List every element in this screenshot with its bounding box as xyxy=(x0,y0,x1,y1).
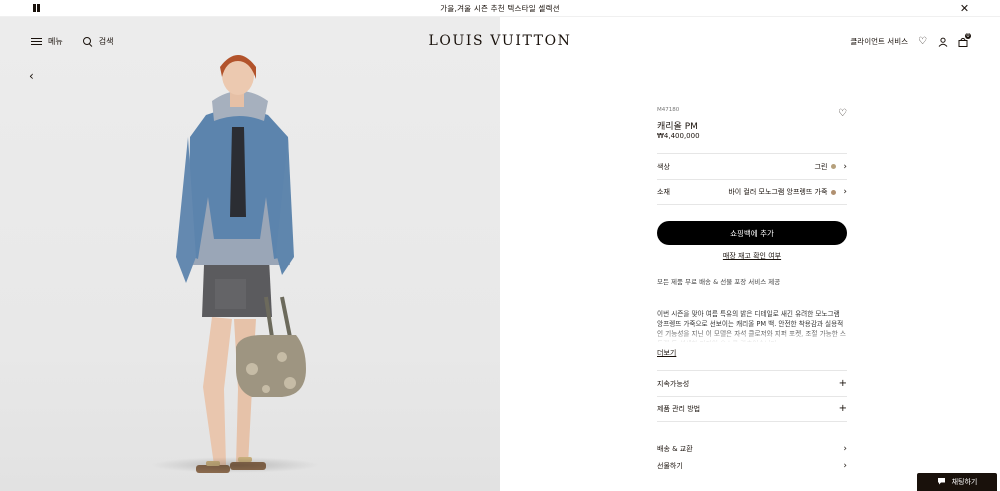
color-label: 색상 xyxy=(657,162,670,171)
accordion-label: 제품 관리 방법 xyxy=(657,405,701,413)
material-label: 소재 xyxy=(657,188,670,196)
announcement-text[interactable]: 가을,겨울 시즌 추천 텍스타일 셀렉션 xyxy=(0,3,1000,14)
chat-label: 채팅하기 xyxy=(951,478,978,486)
plus-icon: + xyxy=(838,403,847,414)
service-perks: 모든 제품 무료 배송 & 선물 포장 서비스 제공 xyxy=(657,278,781,286)
announcement-bar: 가을,겨울 시즌 추천 텍스타일 셀렉션 ✕ xyxy=(0,0,1000,17)
read-more-link[interactable]: 더보기 xyxy=(657,348,676,358)
link-label: 선물하기 xyxy=(657,462,683,470)
add-to-bag-button[interactable]: 쇼핑백에 추가 xyxy=(657,221,847,245)
chevron-right-icon: › xyxy=(843,461,847,471)
account-icon[interactable] xyxy=(937,36,948,47)
product-name: 캐리올 PM xyxy=(657,122,698,132)
shipping-returns-link[interactable]: 배송 & 교환 › xyxy=(657,444,847,454)
product-sku: M47180 xyxy=(657,107,680,113)
client-services-link[interactable]: 클라이언트 서비스 xyxy=(850,36,908,47)
color-selector[interactable]: 색상 그린 › xyxy=(657,153,847,179)
chevron-right-icon: › xyxy=(843,444,847,454)
bag-icon[interactable]: 0 xyxy=(957,33,971,47)
color-value: 그린 xyxy=(814,162,828,171)
chevron-right-icon: › xyxy=(843,187,847,197)
wishlist-heart-icon[interactable]: ♡ xyxy=(838,108,847,119)
chevron-right-icon: › xyxy=(843,161,847,172)
color-swatch xyxy=(831,164,837,169)
close-icon[interactable]: ✕ xyxy=(959,3,970,14)
heart-icon[interactable]: ♡ xyxy=(917,36,928,47)
accordion-sustainability[interactable]: 지속가능성 + xyxy=(657,370,847,396)
gift-link[interactable]: 선물하기 › xyxy=(657,461,847,471)
link-label: 배송 & 교환 xyxy=(657,445,693,453)
accordion-label: 지속가능성 xyxy=(657,379,690,388)
floor-shadow xyxy=(150,457,320,473)
back-arrow-icon[interactable]: ‹ xyxy=(29,70,34,82)
product-photo xyxy=(0,17,500,491)
menu-label[interactable]: 메뉴 xyxy=(48,36,63,47)
chat-button[interactable]: 채팅하기 xyxy=(917,473,997,491)
description-fade xyxy=(657,329,847,343)
search-label[interactable]: 검색 xyxy=(99,36,114,47)
search-icon[interactable] xyxy=(82,36,93,47)
bag-count-badge: 0 xyxy=(965,33,971,39)
material-swatch xyxy=(831,189,837,195)
plus-icon: + xyxy=(838,377,847,389)
material-value: 바이 컬러 모노그램 앙프렝뜨 가죽 xyxy=(728,188,828,196)
header-right: 클라이언트 서비스 ♡ 0 xyxy=(850,33,971,47)
store-stock-link[interactable]: 매장 재고 확인 여부 xyxy=(657,251,847,261)
header-left: 메뉴 검색 xyxy=(31,36,113,47)
product-price: ₩4,400,000 xyxy=(657,132,700,140)
accordion-care[interactable]: 제품 관리 방법 + xyxy=(657,396,847,422)
brand-logo[interactable]: LOUIS VUITTON xyxy=(400,33,600,49)
menu-icon[interactable] xyxy=(31,37,42,46)
material-selector[interactable]: 소재 바이 컬러 모노그램 앙프렝뜨 가죽 › xyxy=(657,179,847,205)
model-image xyxy=(176,55,306,473)
chat-icon xyxy=(937,477,946,487)
